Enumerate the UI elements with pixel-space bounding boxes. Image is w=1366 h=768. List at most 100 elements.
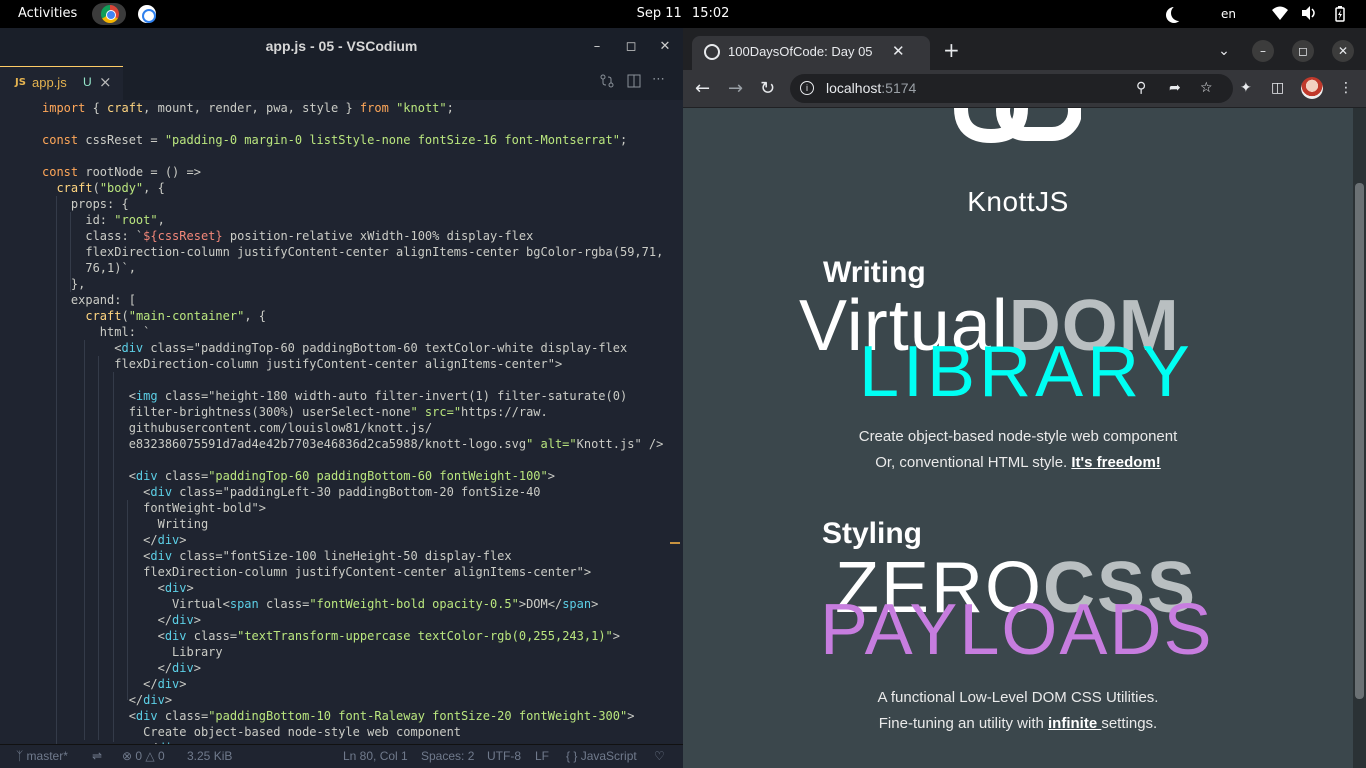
code-line[interactable]: fontWeight-bold"> — [42, 500, 266, 516]
code-line[interactable]: flexDirection-column justifyContent-cent… — [42, 564, 591, 580]
code-line[interactable]: Virtual<span class="fontWeight-bold opac… — [42, 596, 598, 612]
indent-guide — [113, 372, 114, 742]
code-line[interactable]: </div> — [42, 660, 201, 676]
night-light-icon[interactable] — [1171, 5, 1187, 21]
indent-guide — [127, 500, 128, 700]
code-line[interactable]: const rootNode = () => — [42, 164, 201, 180]
code-line[interactable]: <div class="textTransform-uppercase text… — [42, 628, 620, 644]
branch-name: master* — [26, 749, 68, 763]
code-line[interactable]: import { craft, mount, render, pwa, styl… — [42, 100, 454, 116]
code-line[interactable]: githubusercontent.com/louislow81/knott.j… — [42, 420, 432, 436]
code-line[interactable]: Library — [42, 644, 223, 660]
knott-logo-icon — [954, 108, 1081, 144]
new-tab-icon[interactable]: + — [943, 38, 960, 62]
code-line[interactable]: </div> — [42, 532, 186, 548]
clock[interactable]: Sep 11 15:02 — [0, 6, 1366, 21]
indent-guide — [84, 340, 85, 740]
bookmark-star-icon[interactable]: ☆ — [1200, 80, 1213, 96]
code-line[interactable]: flexDirection-column justifyContent-cent… — [42, 356, 562, 372]
volume-icon[interactable] — [1302, 6, 1318, 24]
maximize-icon[interactable]: ◻ — [1292, 40, 1314, 62]
section2-line2: Fine-tuning an utility with infinite set… — [683, 711, 1353, 737]
url-port: :5174 — [881, 80, 917, 96]
code-line[interactable]: props: { — [42, 196, 129, 212]
code-line[interactable]: <div class="paddingTop-60 paddingBottom-… — [42, 340, 627, 356]
infinite-link[interactable]: infinite — [1048, 715, 1101, 732]
code-line[interactable]: const cssReset = "padding-0 margin-0 lis… — [42, 132, 627, 148]
page-content: KnottJS Writing VirtualDOM LIBRARY Creat… — [683, 108, 1353, 768]
maximize-icon[interactable]: ◻ — [622, 38, 640, 56]
editor-tabs: JS app.js U × — [0, 66, 683, 100]
library-title: LIBRARY — [859, 332, 1194, 412]
minimize-icon[interactable]: – — [588, 38, 606, 56]
minimize-icon[interactable]: – — [1252, 40, 1274, 62]
problems-indicator[interactable]: ⊗ 0 △ 0 — [122, 749, 165, 763]
open-changes-icon[interactable] — [600, 74, 614, 92]
code-line[interactable]: class: `${cssReset} position-relative xW… — [42, 228, 533, 244]
code-editor[interactable]: import { craft, mount, render, pwa, styl… — [0, 100, 683, 744]
code-line[interactable]: html: ` — [42, 324, 151, 340]
tab-close-icon[interactable]: × — [99, 73, 112, 91]
notifications-icon[interactable]: ♡ — [654, 749, 665, 763]
end-of-line[interactable]: LF — [535, 749, 549, 763]
code-line[interactable]: Create object-based node-style web compo… — [42, 724, 461, 740]
code-line[interactable]: craft("body", { — [42, 180, 164, 196]
code-line[interactable]: <div class="paddingTop-60 paddingBottom-… — [42, 468, 555, 484]
close-icon[interactable]: ✕ — [656, 38, 674, 56]
code-line[interactable]: </div> — [42, 692, 172, 708]
extensions-icon[interactable]: ✦ — [1240, 80, 1252, 96]
battery-icon[interactable] — [1332, 6, 1348, 26]
code-line[interactable]: e832386075591d7ad4e42b7703e46836d2ca5988… — [42, 436, 664, 452]
globe-icon — [704, 44, 720, 60]
status-bar: ᛉ master* ⇌ ⊗ 0 △ 0 3.25 KiB Ln 80, Col … — [0, 744, 683, 768]
indent-guide — [56, 196, 57, 744]
split-editor-icon[interactable] — [627, 74, 641, 92]
forward-icon[interactable]: → — [728, 78, 743, 99]
reload-icon[interactable]: ↻ — [760, 78, 775, 99]
code-line[interactable]: craft("main-container", { — [42, 308, 266, 324]
more-actions-icon[interactable]: ⋯ — [652, 72, 665, 87]
code-line[interactable]: flexDirection-column justifyContent-cent… — [42, 244, 663, 260]
share-icon[interactable]: ➦ — [1169, 80, 1181, 96]
site-info-icon[interactable]: i — [800, 81, 814, 95]
cursor-position[interactable]: Ln 80, Col 1 — [343, 749, 408, 763]
indent-guide — [98, 356, 99, 740]
keyboard-language[interactable]: en — [1221, 7, 1236, 21]
browser-tab[interactable]: 100DaysOfCode: Day 05 ✕ — [692, 36, 930, 70]
system-top-bar: Activities Sep 11 15:02 en — [0, 0, 1366, 28]
its-freedom-link[interactable]: It's freedom! — [1071, 454, 1160, 471]
section2-line2-suffix: settings. — [1101, 715, 1158, 732]
code-line[interactable]: Writing — [42, 516, 209, 532]
page-scrollbar-thumb[interactable] — [1355, 183, 1364, 699]
code-line[interactable]: <div class="paddingLeft-30 paddingBottom… — [42, 484, 540, 500]
code-line[interactable]: }, — [42, 276, 85, 292]
code-line[interactable]: </div> — [42, 676, 186, 692]
code-line[interactable]: filter-brightness(300%) userSelect-none"… — [42, 404, 548, 420]
language-name: JavaScript — [580, 749, 637, 763]
menu-icon[interactable]: ⋮ — [1339, 80, 1353, 96]
code-line[interactable]: <img class="height-180 width-auto filter… — [42, 388, 628, 404]
indentation[interactable]: Spaces: 2 — [421, 749, 474, 763]
tab-close-icon[interactable]: ✕ — [892, 42, 905, 60]
encoding[interactable]: UTF-8 — [487, 749, 521, 763]
side-panel-icon[interactable]: ◫ — [1271, 80, 1284, 96]
code-line[interactable]: id: "root", — [42, 212, 165, 228]
close-icon[interactable]: ✕ — [1332, 40, 1354, 62]
tab-strip: 100DaysOfCode: Day 05 ✕ + ⌄ – ◻ ✕ — [683, 28, 1366, 70]
tab-search-icon[interactable]: ⌄ — [1213, 40, 1235, 62]
code-line[interactable]: <div> — [42, 580, 194, 596]
zoom-icon[interactable]: ⚲ — [1136, 80, 1146, 96]
error-count: 0 — [135, 749, 143, 763]
code-line[interactable]: </div> — [42, 612, 201, 628]
git-branch[interactable]: ᛉ master* — [16, 749, 68, 763]
back-icon[interactable]: ← — [695, 78, 710, 99]
profile-avatar[interactable] — [1301, 77, 1323, 99]
wifi-icon[interactable] — [1272, 6, 1288, 24]
code-line[interactable]: <div class="paddingBottom-10 font-Ralewa… — [42, 708, 635, 724]
url-text: localhost:5174 — [826, 80, 916, 96]
sync-icon[interactable]: ⇌ — [92, 749, 102, 763]
address-bar[interactable]: i localhost:5174 — [790, 74, 1233, 103]
tab-app-js[interactable]: JS app.js U × — [0, 66, 123, 100]
language-mode[interactable]: { } JavaScript — [566, 749, 637, 763]
vscodium-titlebar[interactable]: app.js - 05 - VSCodium – ◻ ✕ — [0, 28, 683, 66]
